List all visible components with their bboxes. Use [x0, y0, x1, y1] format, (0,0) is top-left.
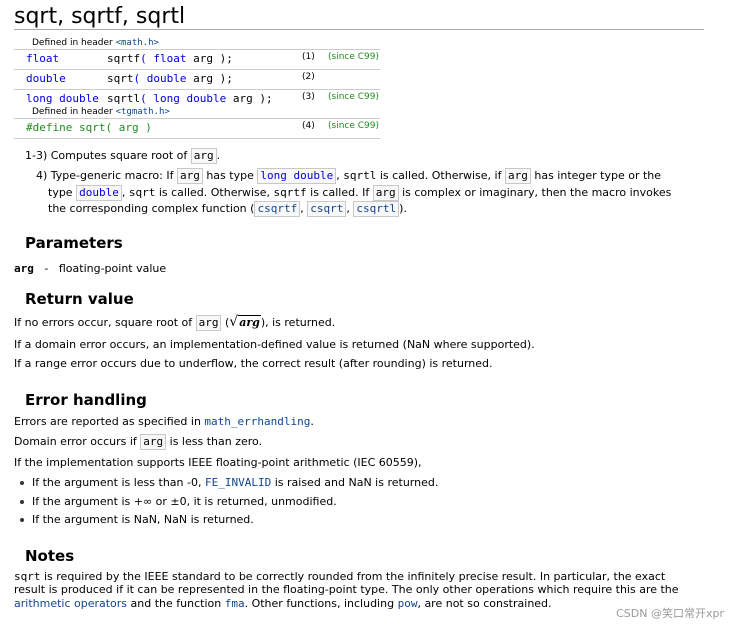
- title-rule: [14, 29, 704, 30]
- watermark: CSDN @笑口常开xpr: [616, 607, 724, 620]
- fma-link[interactable]: fma: [225, 597, 245, 610]
- divider: [14, 118, 380, 119]
- fe-invalid-link[interactable]: FE_INVALID: [205, 476, 271, 489]
- desc-line-2: 4) Type-generic macro: If arg has type l…: [36, 168, 662, 184]
- header-note-tgmath: Defined in header <tgmath.h>: [32, 107, 170, 117]
- bullet-dot: [20, 518, 24, 522]
- page-title: sqrt, sqrtf, sqrtl: [14, 4, 186, 29]
- return-value-heading: Return value: [25, 290, 134, 308]
- csqrtf-link[interactable]: csqrtf: [254, 201, 301, 217]
- header-note-math: Defined in header <math.h>: [32, 38, 159, 48]
- return-line-1: If no errors occur, square root of arg (…: [14, 314, 336, 331]
- bullet-dot: [20, 481, 24, 485]
- desc-line-4: the corresponding complex function (csqr…: [48, 201, 407, 217]
- error-line-1: Errors are reported as specified in math…: [14, 415, 314, 428]
- math-h-link[interactable]: <math.h>: [116, 38, 159, 48]
- divider: [14, 138, 380, 139]
- notes-line-3: arithmetic operators and the function fm…: [14, 597, 552, 610]
- csqrt-link[interactable]: csqrt: [307, 201, 347, 217]
- desc-line-3: type double, sqrt is called. Otherwise, …: [48, 185, 672, 201]
- divider: [14, 89, 380, 90]
- pow-link[interactable]: pow: [398, 597, 418, 610]
- error-bullet-1: If the argument is less than -0, FE_INVA…: [32, 476, 439, 489]
- return-line-3: If a range error occurs due to underflow…: [14, 357, 493, 370]
- param-arg: arg - floating-point value: [14, 262, 167, 275]
- error-bullet-3: If the argument is NaN, NaN is returned.: [32, 513, 254, 526]
- tgmath-h-link[interactable]: <tgmath.h>: [116, 107, 170, 117]
- notes-line-2: result is produced if it can be represen…: [14, 583, 679, 596]
- error-line-2: Domain error occurs if arg is less than …: [14, 434, 263, 450]
- notes-line-1: sqrt is required by the IEEE standard to…: [14, 570, 666, 583]
- error-bullet-2: If the argument is +∞ or ±0, it is retur…: [32, 495, 337, 508]
- radical-symbol: √: [229, 314, 239, 330]
- divider: [14, 49, 380, 50]
- error-handling-heading: Error handling: [25, 391, 147, 409]
- csqrtl-link[interactable]: csqrtl: [353, 201, 400, 217]
- math-errhandling-link[interactable]: math_errhandling: [204, 415, 310, 428]
- error-line-3: If the implementation supports IEEE floa…: [14, 456, 422, 469]
- divider: [14, 69, 380, 70]
- bullet-dot: [20, 500, 24, 504]
- desc-line-1: 1-3) Computes square root of arg.: [25, 148, 221, 164]
- parameters-heading: Parameters: [25, 234, 123, 252]
- arithmetic-operators-link[interactable]: arithmetic operators: [14, 597, 127, 610]
- return-line-2: If a domain error occurs, an implementat…: [14, 338, 535, 351]
- notes-heading: Notes: [25, 547, 75, 565]
